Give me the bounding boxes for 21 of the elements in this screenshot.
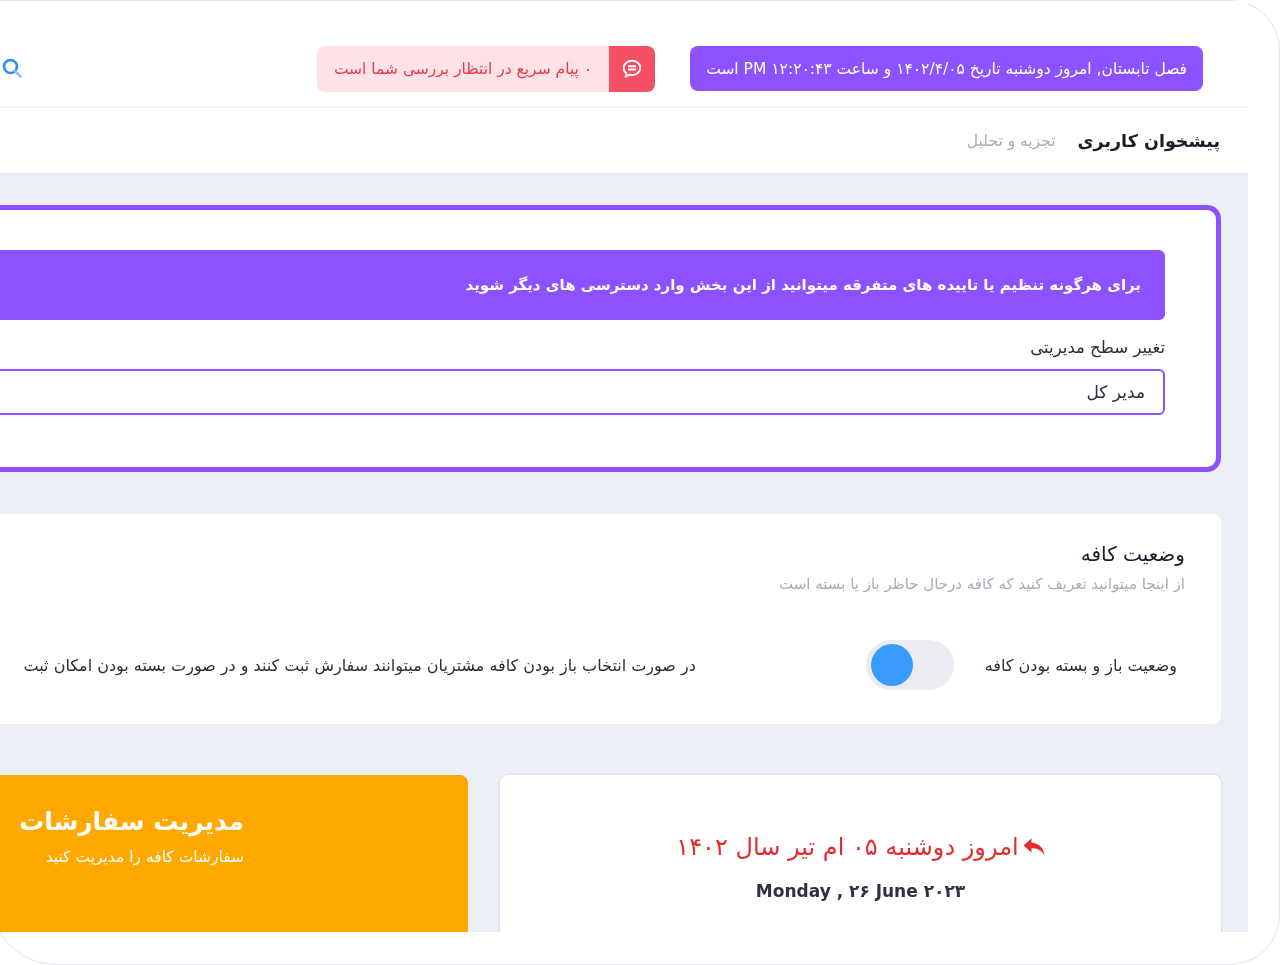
admin-level-field[interactable]: مدیر کل xyxy=(0,369,1165,415)
section-subtitle: از اینجا میتوانید تعریف کنید که کافه درحال حاظر باز یا بسته است xyxy=(779,575,1185,593)
breadcrumb-link[interactable]: تجزیه و تحلیل xyxy=(966,131,1056,150)
info-banner: برای هرگونه تنظیم یا تاییده های متفرقه میتوانید از این بخش وارد دسترسی های دیگر شوید xyxy=(0,250,1165,320)
persian-date: امروز دوشنبه ۰۵ ام تیر سال ۱۴۰۲ xyxy=(676,833,1019,861)
reply-arrow-icon xyxy=(1022,838,1045,856)
date-time-banner: فصل تابستان, امروز دوشنبه تاریخ ۱۴۰۲/۴/۰۵ و ساعت ۱۲:۲۰:۴۳ PM است xyxy=(690,46,1203,91)
page-title: پیشخوان کاربری xyxy=(1077,130,1220,151)
field-label: تغییر سطح مدیریتی xyxy=(1030,338,1165,357)
chat-icon xyxy=(609,46,656,92)
toggle-label: وضعیت باز و بسته بودن کافه xyxy=(984,655,1177,675)
open-status-toggle[interactable] xyxy=(865,640,954,690)
notification-banner[interactable]: ۰ پیام سریع در انتظار بررسی شما است xyxy=(316,46,656,92)
card-title: مدیریت سفارشات xyxy=(19,807,244,836)
card-subtitle: سفارشات کافه را مدیریت کنید xyxy=(45,848,244,866)
toggle-description: در صورت انتخاب باز بودن کافه مشتریان میتوانند سفارش ثبت کنند و در صورت بسته بودن امکان ثبت xyxy=(23,655,696,675)
search-icon[interactable] xyxy=(2,58,22,78)
gregorian-date: Monday , ۲۶ June ۲۰۲۳ xyxy=(755,881,966,901)
notification-text: ۰ پیام سریع در انتظار بررسی شما است xyxy=(332,59,594,81)
section-title: وضعیت کافه xyxy=(1080,542,1185,566)
orders-card[interactable]: مدیریت سفارشات سفارشات کافه را مدیریت کنید xyxy=(0,775,468,932)
